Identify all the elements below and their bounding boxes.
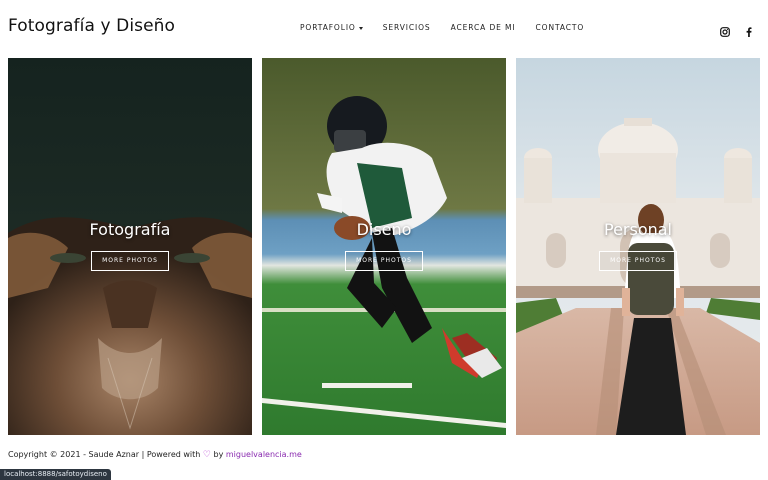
more-photos-button[interactable]: MORE PHOTOS bbox=[599, 251, 677, 271]
portfolio-card-personal[interactable]: Personal MORE PHOTOS bbox=[516, 58, 760, 435]
panel-title: Personal bbox=[603, 220, 672, 239]
more-photos-button[interactable]: MORE PHOTOS bbox=[91, 251, 169, 271]
site-brand[interactable]: Fotografía y Diseño bbox=[8, 16, 175, 36]
portfolio-card-diseno[interactable]: Diseno MORE PHOTOS bbox=[262, 58, 506, 435]
nav-portafolio[interactable]: PORTAFOLIO bbox=[300, 23, 363, 32]
by-text: by bbox=[213, 450, 224, 459]
facebook-icon[interactable] bbox=[744, 22, 754, 37]
nav-acerca[interactable]: ACERCA DE MI bbox=[451, 23, 516, 32]
social-links bbox=[720, 22, 754, 37]
nav-portafolio-label: PORTAFOLIO bbox=[300, 23, 356, 32]
site-footer: Copyright © 2021 - Saude Aznar | Powered… bbox=[8, 450, 302, 460]
author-link[interactable]: miguelvalencia.me bbox=[226, 450, 302, 459]
taj-mahal-photo bbox=[516, 58, 760, 435]
nav-servicios[interactable]: SERVICIOS bbox=[383, 23, 431, 32]
portfolio-card-fotografia[interactable]: Fotografía MORE PHOTOS bbox=[8, 58, 252, 435]
panel-title: Diseno bbox=[356, 220, 412, 239]
chevron-down-icon bbox=[358, 26, 363, 30]
more-photos-button[interactable]: MORE PHOTOS bbox=[345, 251, 423, 271]
heart-icon: ♡ bbox=[202, 450, 211, 460]
panel-title: Fotografía bbox=[89, 220, 171, 239]
football-photo bbox=[262, 58, 506, 435]
main-nav: PORTAFOLIO SERVICIOS ACERCA DE MI CONTAC… bbox=[300, 23, 604, 32]
copyright-text: Copyright © 2021 - Saude Aznar | Powered… bbox=[8, 450, 201, 459]
site-header: Fotografía y Diseño PORTAFOLIO SERVICIOS… bbox=[0, 0, 768, 58]
lion-photo bbox=[8, 58, 252, 435]
status-bar-url: localhost:8888/safotoydiseno bbox=[0, 469, 111, 480]
instagram-icon[interactable] bbox=[720, 22, 730, 37]
nav-contacto[interactable]: CONTACTO bbox=[536, 23, 585, 32]
